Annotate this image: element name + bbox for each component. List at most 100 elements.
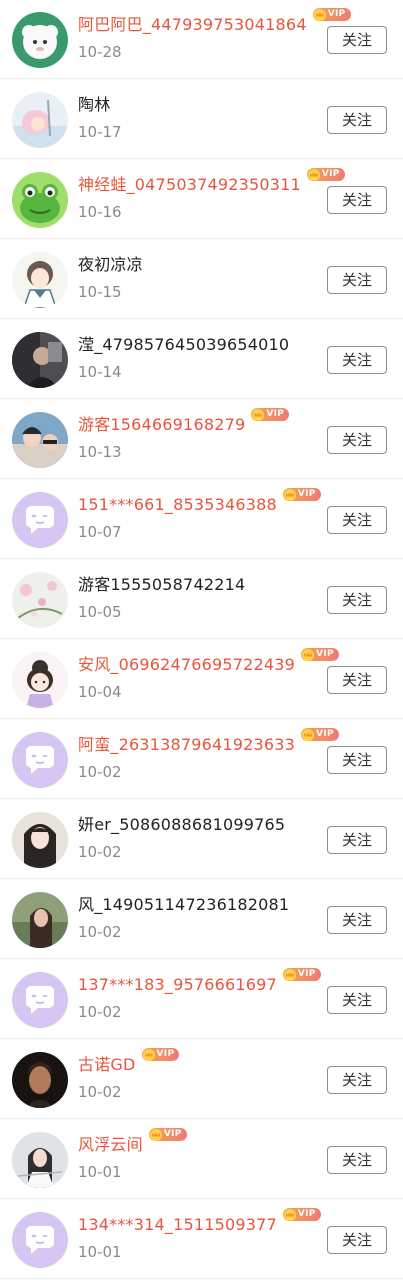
vip-label: VIP [316, 729, 334, 739]
follow-button[interactable]: 关注 [327, 666, 387, 694]
vip-label: VIP [297, 969, 316, 979]
follow-date: 10-04 [78, 683, 122, 701]
username[interactable]: 阿巴阿巴_447939753041864 [78, 14, 307, 36]
username[interactable]: 阿蛮_26313879641923633 [78, 734, 295, 756]
crown-icon [313, 8, 326, 21]
list-item[interactable]: 风浮云间 VIP 10-01 关注 [0, 1120, 403, 1199]
follow-button[interactable]: 关注 [327, 986, 387, 1014]
avatar[interactable] [12, 12, 68, 68]
list-item[interactable]: 137***183_9576661697 VIP 10-02 关注 [0, 960, 403, 1039]
name-line: 神经蛙_0475037492350311 VIP [78, 168, 345, 198]
list-item[interactable]: 安风_06962476695722439 VIP 10-04 关注 [0, 640, 403, 719]
vip-badge: VIP [282, 1208, 321, 1221]
follow-button[interactable]: 关注 [327, 586, 387, 614]
vip-label: VIP [316, 649, 334, 659]
vip-badge: VIP [301, 648, 339, 661]
crown-icon [307, 168, 320, 181]
follow-button[interactable]: 关注 [327, 426, 387, 454]
avatar[interactable] [12, 92, 68, 148]
vip-badge: VIP [282, 488, 321, 501]
follow-date: 10-02 [78, 1083, 122, 1101]
follow-date: 10-15 [78, 283, 122, 301]
vip-badge: VIP [306, 168, 345, 181]
avatar[interactable] [12, 732, 68, 788]
username[interactable]: 137***183_9576661697 [78, 974, 277, 996]
list-item[interactable]: 神经蛙_0475037492350311 VIP 10-16 关注 [0, 160, 403, 239]
username[interactable]: 游客1555058742214 [78, 574, 245, 596]
follow-button[interactable]: 关注 [327, 26, 387, 54]
vip-badge: VIP [148, 1128, 187, 1141]
follow-button[interactable]: 关注 [327, 106, 387, 134]
name-line: 137***183_9576661697 VIP [78, 968, 321, 998]
follow-button[interactable]: 关注 [327, 746, 387, 774]
vip-label: VIP [163, 1129, 182, 1139]
list-item[interactable]: 游客1555058742214 10-05 关注 [0, 560, 403, 639]
vip-badge: VIP [141, 1048, 180, 1061]
crown-icon [252, 408, 265, 421]
list-item[interactable]: 151***661_8535346388 VIP 10-07 关注 [0, 480, 403, 559]
username[interactable]: 风浮云间 [78, 1134, 143, 1156]
name-line: 风浮云间 VIP [78, 1128, 187, 1158]
username[interactable]: 游客1564669168279 [78, 414, 245, 436]
username[interactable]: 滢_479857645039654010 [78, 334, 289, 356]
avatar[interactable] [12, 492, 68, 548]
follow-date: 10-01 [78, 1163, 122, 1181]
list-item[interactable]: 游客1564669168279 VIP 10-13 关注 [0, 400, 403, 479]
follow-button[interactable]: 关注 [327, 1066, 387, 1094]
follow-button[interactable]: 关注 [327, 346, 387, 374]
name-line: 古诺GD VIP [78, 1048, 180, 1078]
follow-date: 10-14 [78, 363, 122, 381]
follow-button[interactable]: 关注 [327, 506, 387, 534]
username[interactable]: 陶林 [78, 94, 110, 116]
username[interactable]: 妍er_5086088681099765 [78, 814, 285, 836]
list-item[interactable]: 134***314_1511509377 VIP 10-01 关注 [0, 1200, 403, 1279]
name-line: 游客1564669168279 VIP [78, 408, 290, 438]
username[interactable]: 安风_06962476695722439 [78, 654, 295, 676]
follower-list: 阿巴阿巴_447939753041864 VIP 10-28 关注 陶林 10-17 关注神… [0, 0, 403, 1280]
vip-label: VIP [297, 1209, 316, 1219]
avatar[interactable] [12, 172, 68, 228]
follow-button[interactable]: 关注 [327, 906, 387, 934]
username[interactable]: 夜初凉凉 [78, 254, 143, 276]
list-item[interactable]: 古诺GD VIP 10-02 关注 [0, 1040, 403, 1119]
follow-button[interactable]: 关注 [327, 1226, 387, 1254]
name-line: 滢_479857645039654010 [78, 334, 289, 358]
list-item[interactable]: 陶林 10-17 关注 [0, 80, 403, 159]
avatar[interactable] [12, 972, 68, 1028]
avatar[interactable] [12, 412, 68, 468]
username[interactable]: 神经蛙_0475037492350311 [78, 174, 301, 196]
list-item[interactable]: 妍er_5086088681099765 10-02 关注 [0, 800, 403, 879]
follow-button[interactable]: 关注 [327, 266, 387, 294]
follow-button[interactable]: 关注 [327, 826, 387, 854]
avatar[interactable] [12, 252, 68, 308]
username[interactable]: 151***661_8535346388 [78, 494, 277, 516]
avatar[interactable] [12, 812, 68, 868]
username[interactable]: 134***314_1511509377 [78, 1214, 277, 1236]
list-item[interactable]: 阿蛮_26313879641923633 VIP 10-02 关注 [0, 720, 403, 799]
crown-icon [283, 968, 296, 981]
avatar[interactable] [12, 1052, 68, 1108]
follow-date: 10-16 [78, 203, 122, 221]
avatar[interactable] [12, 572, 68, 628]
follow-button[interactable]: 关注 [327, 1146, 387, 1174]
list-item[interactable]: 夜初凉凉 10-15 关注 [0, 240, 403, 319]
username[interactable]: 风_149051147236182081 [78, 894, 289, 916]
username[interactable]: 古诺GD [78, 1054, 136, 1076]
avatar[interactable] [12, 1132, 68, 1188]
follow-date: 10-13 [78, 443, 122, 461]
list-item[interactable]: 阿巴阿巴_447939753041864 VIP 10-28 关注 [0, 0, 403, 79]
list-item[interactable]: 滢_479857645039654010 10-14 关注 [0, 320, 403, 399]
name-line: 游客1555058742214 [78, 574, 245, 598]
follow-date: 10-02 [78, 923, 122, 941]
follow-date: 10-17 [78, 123, 122, 141]
avatar[interactable] [12, 1212, 68, 1268]
crown-icon [149, 1128, 162, 1141]
avatar[interactable] [12, 332, 68, 388]
avatar[interactable] [12, 652, 68, 708]
follow-button[interactable]: 关注 [327, 186, 387, 214]
avatar[interactable] [12, 892, 68, 948]
list-item[interactable]: 风_149051147236182081 10-02 关注 [0, 880, 403, 959]
follow-date: 10-07 [78, 523, 122, 541]
vip-label: VIP [321, 169, 340, 179]
name-line: 夜初凉凉 [78, 254, 143, 278]
